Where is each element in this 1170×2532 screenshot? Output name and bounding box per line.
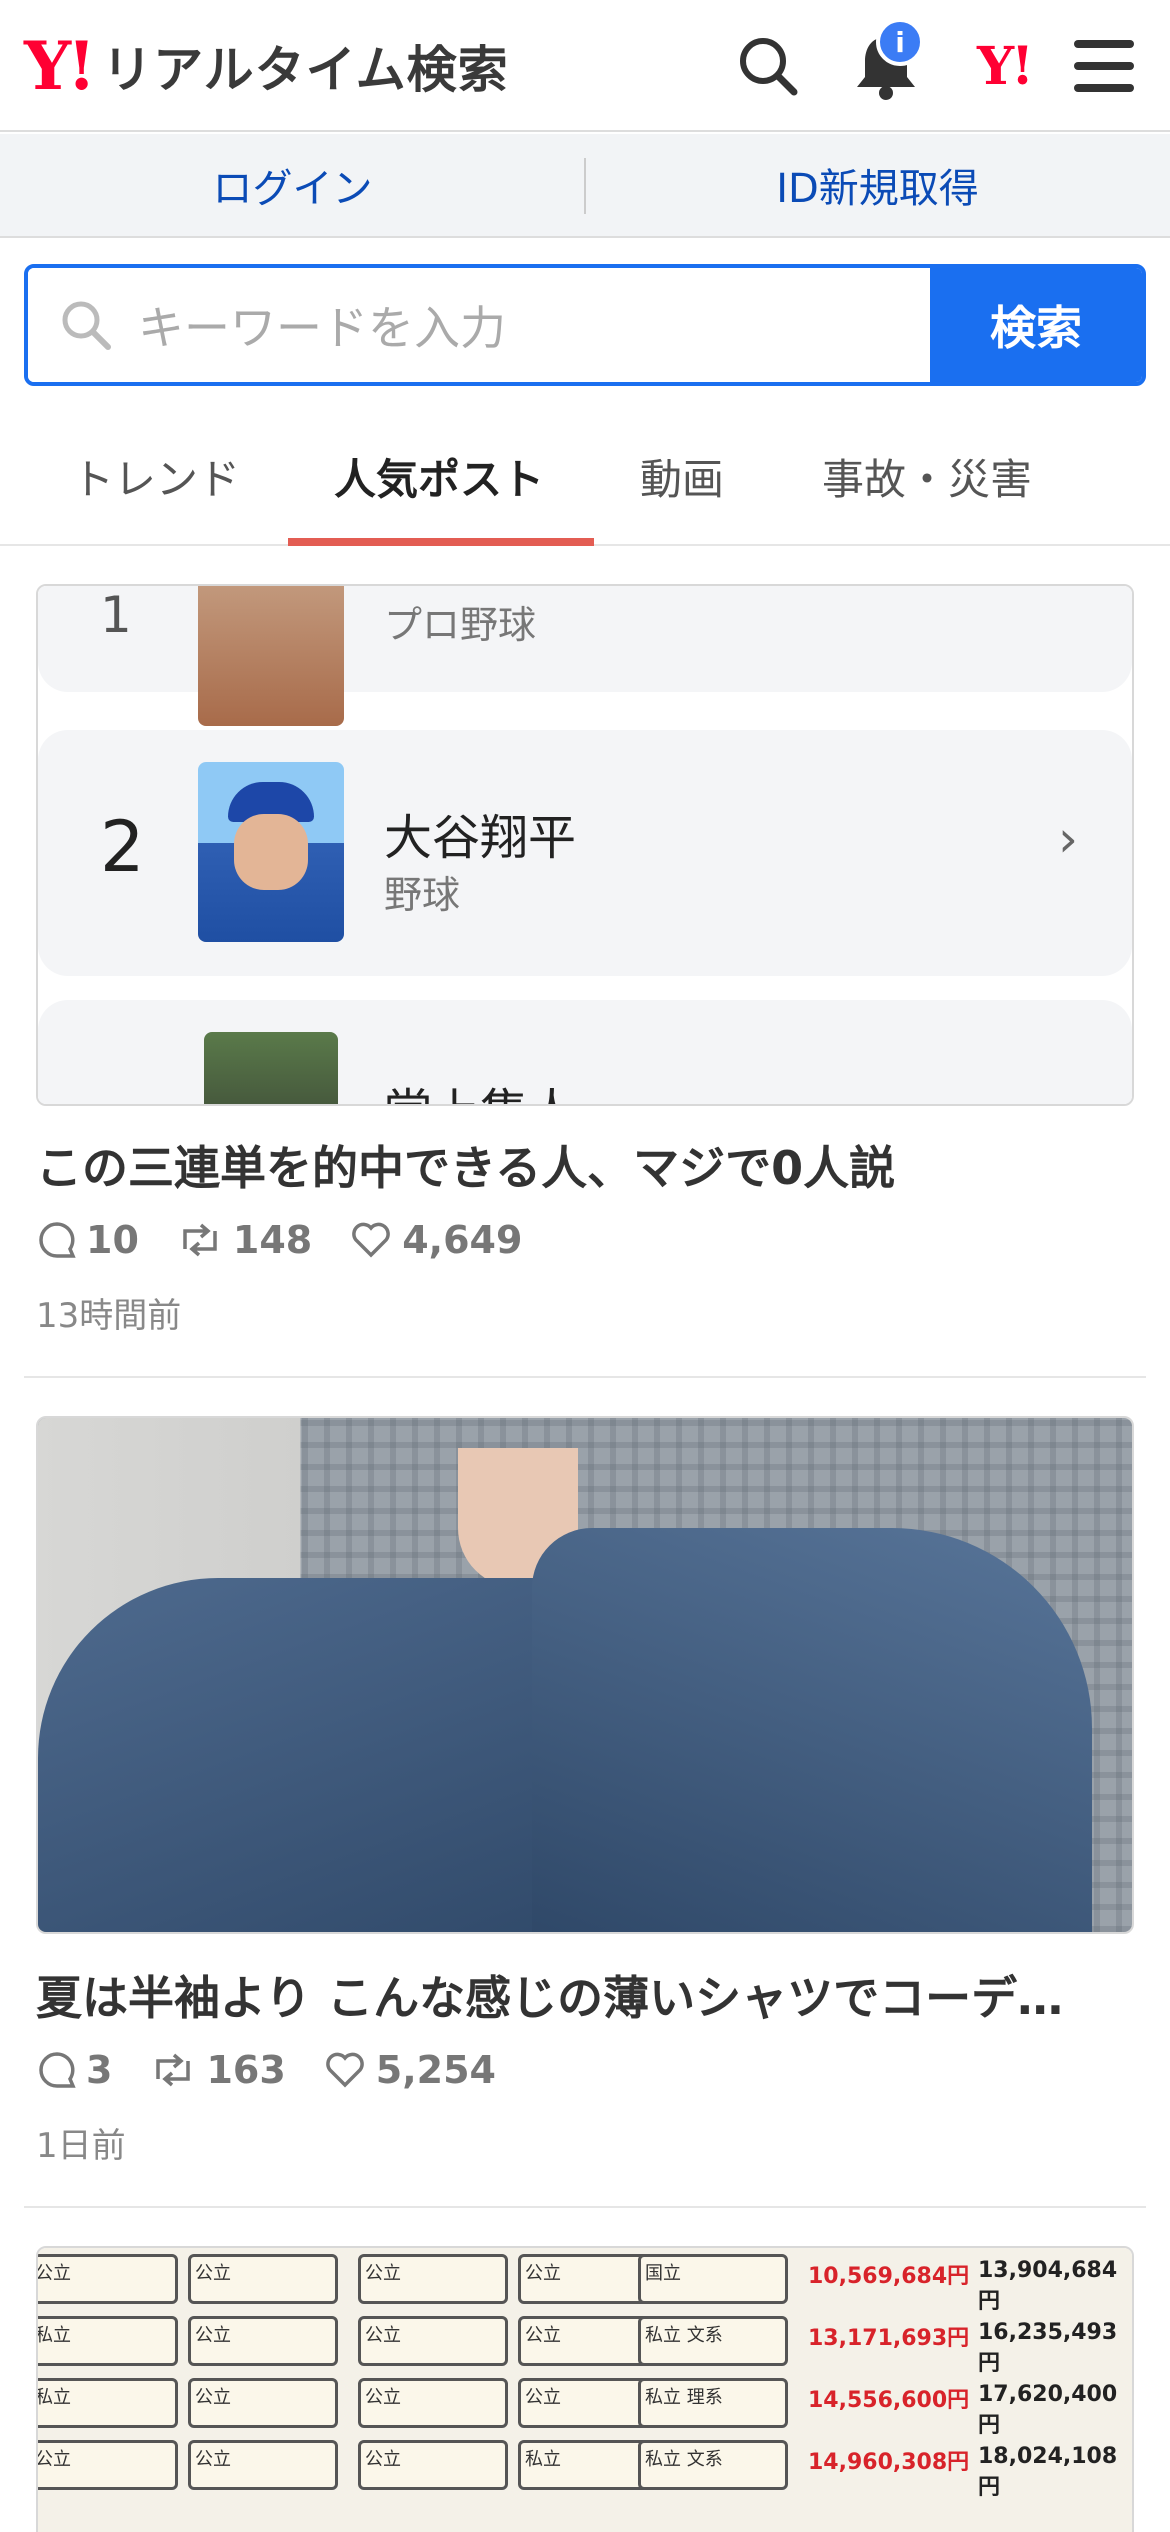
rank-category: プロ野球 <box>384 603 537 647</box>
post-title[interactable]: この三連単を的中できる人、マジで0人説 <box>36 1132 1134 1198</box>
post-divider <box>24 2206 1146 2208</box>
repost-count[interactable]: 148 <box>177 1218 312 1262</box>
ranking-row: 2 大谷翔平 野球 › <box>38 730 1132 976</box>
divider <box>584 158 586 214</box>
post-stats: 3 163 5,254 <box>38 2048 534 2092</box>
rank-number: 1 <box>100 586 132 644</box>
tab-video[interactable]: 動画 <box>640 446 724 507</box>
repost-count[interactable]: 163 <box>150 2048 286 2092</box>
notification-bell-icon[interactable]: i <box>846 18 926 106</box>
search-bar: キーワードを入力 検索 <box>24 264 1146 386</box>
heart-icon <box>352 1222 391 1258</box>
search-button[interactable]: 検索 <box>930 268 1142 382</box>
post-title[interactable]: 夏は半袖より こんな感じの薄いシャツでコーデ… <box>36 1962 1134 2028</box>
reply-count[interactable]: 3 <box>38 2048 112 2092</box>
shirt-photo <box>38 1418 1132 1932</box>
post-image[interactable]: 1 プロ野球 2 大谷翔平 野球 › 堂上隼人 <box>36 584 1134 1106</box>
table-row: 私立 公立 公立 公立 私立 文系 13,171,693円 16,235,493… <box>38 2310 1132 2376</box>
ranking-screenshot: 1 プロ野球 2 大谷翔平 野球 › 堂上隼人 <box>38 586 1132 1104</box>
yahoo-realtime-logo[interactable]: Y! リアルタイム検索 <box>24 28 509 104</box>
tab-popular-posts[interactable]: 人気ポスト <box>334 446 544 507</box>
player-thumbnail <box>198 762 344 942</box>
account-bar: ログイン ID新規取得 <box>0 134 1170 238</box>
post-image[interactable] <box>36 1416 1134 1934</box>
like-count[interactable]: 5,254 <box>324 2048 496 2092</box>
post-divider <box>24 1376 1146 1378</box>
rank-category: 野球 <box>384 873 461 917</box>
ranking-row: 1 プロ野球 <box>38 586 1132 726</box>
post-timestamp: 13時間前 <box>36 1296 182 1336</box>
player-thumbnail <box>204 1032 338 1104</box>
reply-icon <box>39 2052 76 2088</box>
repost-icon <box>156 2053 191 2087</box>
signup-link[interactable]: ID新規取得 <box>585 156 1170 214</box>
post-timestamp: 1日前 <box>36 2126 126 2166</box>
table-row: 公立 公立 公立 公立 国立 10,569,684円 13,904,684円 <box>38 2248 1132 2314</box>
repost-icon <box>183 1223 217 1257</box>
tab-trend[interactable]: トレンド <box>72 446 240 507</box>
rank-name: 堂上隼人 <box>384 1072 576 1104</box>
search-input[interactable]: キーワードを入力 <box>28 268 930 382</box>
notification-badge: i <box>876 18 924 66</box>
rank-name: 大谷翔平 <box>384 810 577 866</box>
table-row: 私立 公立 公立 公立 私立 理系 14,556,600円 17,620,400… <box>38 2372 1132 2438</box>
tab-bar: トレンド 人気ポスト 動画 事故・災害 <box>0 410 1170 546</box>
education-cost-table-photo: 公立 公立 公立 公立 国立 10,569,684円 13,904,684円 私… <box>38 2248 1132 2532</box>
post-stats: 10 148 4,649 <box>38 1218 560 1262</box>
search-field-icon <box>62 301 111 350</box>
like-count[interactable]: 4,649 <box>350 1218 522 1262</box>
active-tab-indicator <box>288 538 594 546</box>
tab-accidents-disasters[interactable]: 事故・災害 <box>822 446 1032 507</box>
heart-icon <box>325 2052 364 2088</box>
player-thumbnail <box>198 586 344 726</box>
table-row: 公立 公立 公立 私立 私立 文系 14,960,308円 18,024,108… <box>38 2434 1132 2500</box>
ranking-row: 堂上隼人 <box>38 1000 1132 1104</box>
reply-count[interactable]: 10 <box>38 1218 139 1262</box>
yahoo-japan-icon[interactable]: Y! <box>964 26 1044 106</box>
app-header: Y! リアルタイム検索 i Y! <box>0 0 1170 132</box>
reply-icon <box>39 1222 76 1258</box>
login-link[interactable]: ログイン <box>0 156 585 214</box>
site-title: リアルタイム検索 <box>102 41 509 99</box>
search-icon[interactable] <box>728 26 808 106</box>
chevron-right-icon: › <box>1058 810 1078 868</box>
yahoo-logo-mark: Y! <box>24 27 96 105</box>
menu-icon[interactable] <box>1064 26 1144 106</box>
search-placeholder: キーワードを入力 <box>138 301 506 355</box>
post-image[interactable]: 公立 公立 公立 公立 国立 10,569,684円 13,904,684円 私… <box>36 2246 1134 2532</box>
rank-number: 2 <box>100 806 145 888</box>
